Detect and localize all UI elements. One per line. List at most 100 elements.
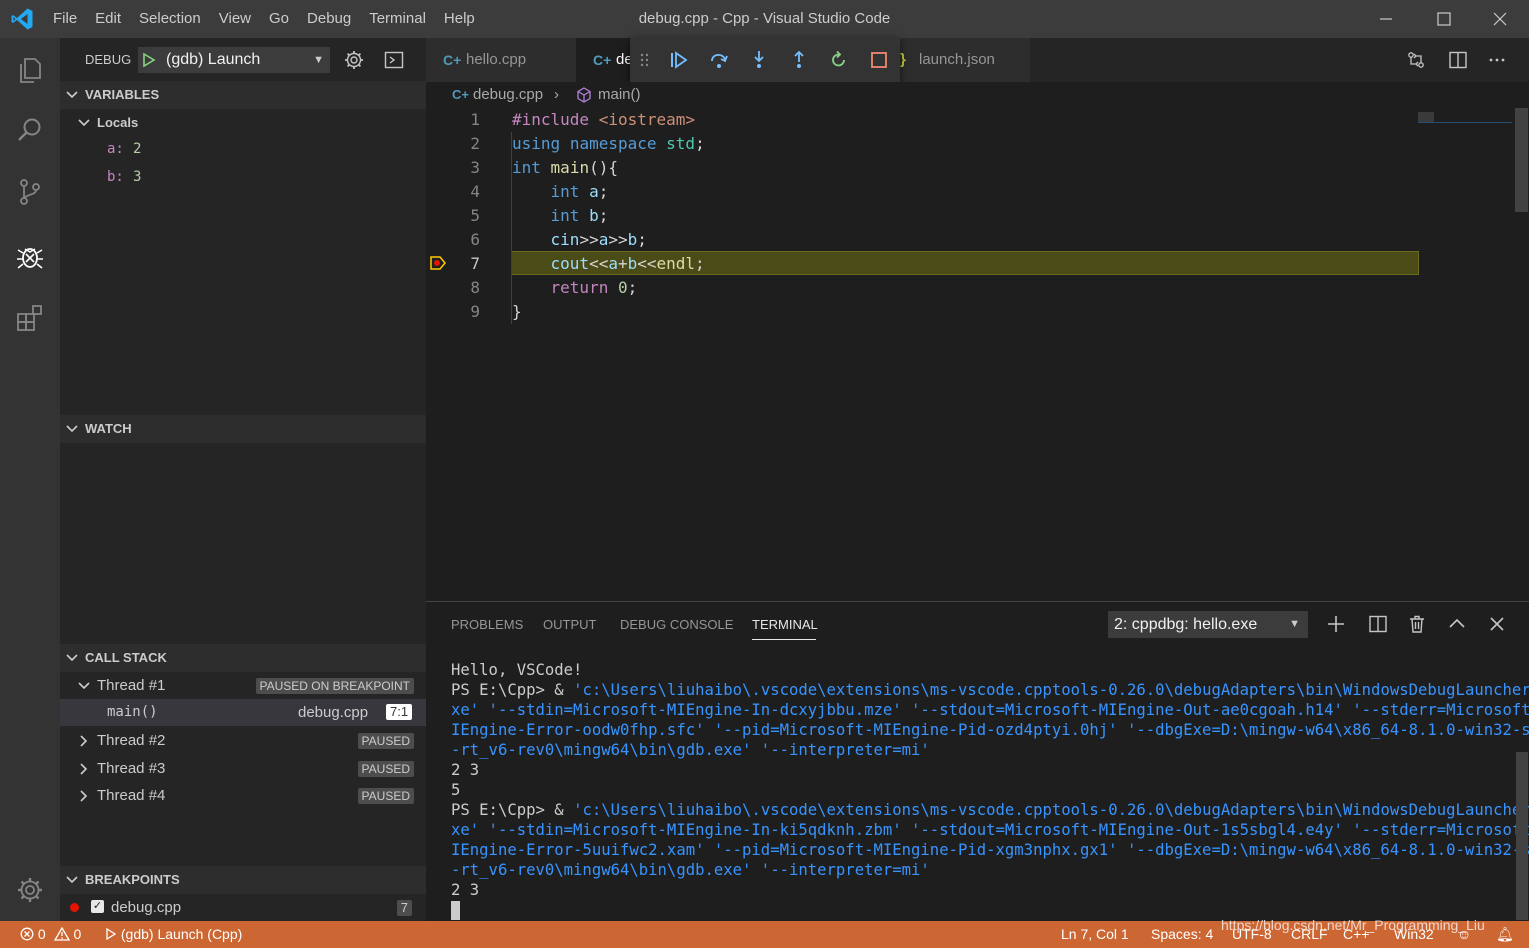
stack-frame-row[interactable]: main() debug.cpp 7:1: [60, 699, 426, 726]
warning-icon: [53, 926, 70, 941]
breakpoint-dot-icon: [70, 903, 79, 912]
debug-action-toolbar: [630, 38, 900, 82]
tab-debug-console[interactable]: DEBUG CONSOLE: [620, 602, 733, 648]
editor-scrollbar[interactable]: [1514, 108, 1529, 601]
thread-row[interactable]: Thread #4 PAUSED: [60, 782, 426, 809]
scrollbar-thumb[interactable]: [1515, 108, 1528, 212]
menu-debug[interactable]: Debug: [298, 0, 360, 38]
code-line: 8 return 0;: [470, 278, 638, 297]
stack-frame-file: debug.cpp: [298, 704, 369, 721]
tab-problems[interactable]: PROBLEMS: [451, 602, 523, 648]
debug-button[interactable]: [0, 226, 60, 286]
start-debugging-icon[interactable]: [142, 53, 156, 67]
activity-bar: [0, 38, 60, 921]
menu-go[interactable]: Go: [260, 0, 298, 38]
tab-terminal[interactable]: TERMINAL: [752, 602, 818, 648]
call-stack-section-header[interactable]: CALL STACK: [60, 644, 426, 672]
menu-file[interactable]: File: [44, 0, 86, 38]
tab-debug-cpp[interactable]: C+ de: [576, 38, 636, 82]
close-panel-button[interactable]: [1487, 614, 1507, 634]
tab-label: hello.cpp: [466, 51, 527, 68]
breadcrumb-file[interactable]: debug.cpp: [473, 82, 543, 108]
maximize-button[interactable]: [1415, 0, 1473, 38]
variables-section-header[interactable]: VARIABLES: [60, 81, 426, 109]
chevron-down-icon: [66, 91, 78, 99]
breadcrumb: C+ debug.cpp › main(): [426, 82, 1529, 108]
split-terminal-button[interactable]: [1368, 614, 1388, 634]
menu-selection[interactable]: Selection: [130, 0, 210, 38]
step-out-button[interactable]: [787, 48, 811, 72]
menu-help[interactable]: Help: [435, 0, 484, 38]
variable-row[interactable]: a: 2: [60, 136, 426, 163]
explorer-button[interactable]: [0, 40, 60, 100]
thread-row[interactable]: Thread #3 PAUSED: [60, 755, 426, 782]
code-line-current: 7 cout<<a+b<<endl;: [470, 254, 705, 273]
chevron-down-icon: [78, 682, 90, 690]
menu-edit[interactable]: Edit: [86, 0, 130, 38]
variable-row[interactable]: b: 3: [60, 164, 426, 191]
open-debug-console-button[interactable]: [384, 50, 404, 70]
code-editor[interactable]: 1 #include <iostream> 2 using namespace st…: [426, 108, 1516, 601]
variable-name: b:: [107, 169, 124, 185]
debug-toolbar-top: DEBUG (gdb) Launch ▼: [60, 38, 426, 82]
chevron-down-icon: [78, 119, 90, 127]
debug-settings-button[interactable]: [344, 50, 364, 70]
menu-view[interactable]: View: [210, 0, 260, 38]
terminal-line: Hello, VSCode!: [451, 661, 583, 679]
continue-button[interactable]: [667, 48, 691, 72]
tab-hello-cpp[interactable]: C+ hello.cpp: [426, 38, 576, 82]
breakpoint-row[interactable]: ✓ debug.cpp 7: [60, 894, 426, 921]
thread-row[interactable]: Thread #2 PAUSED: [60, 727, 426, 754]
minimize-icon: [1380, 18, 1392, 20]
restart-button[interactable]: [827, 48, 851, 72]
new-terminal-button[interactable]: [1326, 614, 1346, 634]
indentation-status[interactable]: Spaces: 4: [1151, 921, 1213, 948]
play-icon: [106, 927, 117, 941]
tab-launch-json[interactable]: } launch.json: [900, 38, 1030, 82]
error-icon: [20, 927, 34, 941]
search-button[interactable]: [0, 100, 60, 160]
manage-button[interactable]: [0, 860, 60, 920]
terminal-select-label: 2: cppdbg: hello.exe: [1114, 616, 1258, 633]
notifications-bell-icon[interactable]: 🔔︎: [1496, 921, 1514, 948]
split-editor-button[interactable]: [1448, 50, 1468, 70]
problems-status[interactable]: 0 0: [20, 921, 81, 948]
stop-button[interactable]: [867, 48, 891, 72]
step-into-button[interactable]: [747, 48, 771, 72]
minimize-button[interactable]: [1357, 0, 1415, 38]
close-window-button[interactable]: [1471, 0, 1529, 38]
split-editor-icon: [1449, 51, 1467, 69]
terminal-line: -rt_v6-rev0\mingw64\bin\gdb.exe' '--inte…: [451, 741, 930, 759]
step-out-icon: [794, 50, 804, 68]
watch-section-header[interactable]: WATCH: [60, 415, 426, 443]
open-changes-button[interactable]: [1406, 50, 1426, 70]
code-line: 4 int a;: [470, 182, 609, 201]
maximize-panel-button[interactable]: [1447, 614, 1467, 634]
extensions-button[interactable]: [0, 288, 60, 348]
extensions-icon: [17, 305, 42, 331]
terminal-scrollbar-thumb[interactable]: [1516, 752, 1528, 920]
minimap[interactable]: [1418, 108, 1512, 124]
status-bar: 0 0 (gdb) Launch (Cpp) Ln 7, Col 1 Space…: [0, 917, 1529, 948]
breakpoints-section-header[interactable]: BREAKPOINTS: [60, 866, 426, 894]
cursor-position[interactable]: Ln 7, Col 1: [1061, 921, 1129, 948]
tab-output[interactable]: OUTPUT: [543, 602, 596, 648]
thread-row[interactable]: Thread #1 PAUSED ON BREAKPOINT: [60, 672, 426, 699]
step-over-icon: [711, 53, 728, 68]
kill-terminal-button[interactable]: [1407, 614, 1427, 634]
locals-scope[interactable]: Locals: [60, 109, 426, 136]
breakpoint-checkbox[interactable]: ✓: [91, 900, 104, 913]
source-control-button[interactable]: [0, 162, 60, 222]
terminal-line: xe' '--stdin=Microsoft-MIEngine-In-ki5qd…: [451, 821, 1529, 839]
plus-icon: [1328, 616, 1344, 632]
debug-config-select[interactable]: (gdb) Launch ▼: [138, 47, 330, 73]
drag-handle[interactable]: [638, 48, 652, 72]
debug-launch-status[interactable]: (gdb) Launch (Cpp): [105, 921, 242, 948]
menu-terminal[interactable]: Terminal: [360, 0, 435, 38]
terminal-select[interactable]: 2: cppdbg: hello.exe ▼: [1108, 611, 1308, 638]
chevron-up-icon: [1449, 618, 1465, 628]
more-actions-button[interactable]: [1487, 50, 1507, 70]
step-over-button[interactable]: [707, 48, 731, 72]
menu-bar: File Edit Selection View Go Debug Termin…: [44, 0, 484, 38]
breadcrumb-symbol[interactable]: main(): [598, 82, 641, 108]
